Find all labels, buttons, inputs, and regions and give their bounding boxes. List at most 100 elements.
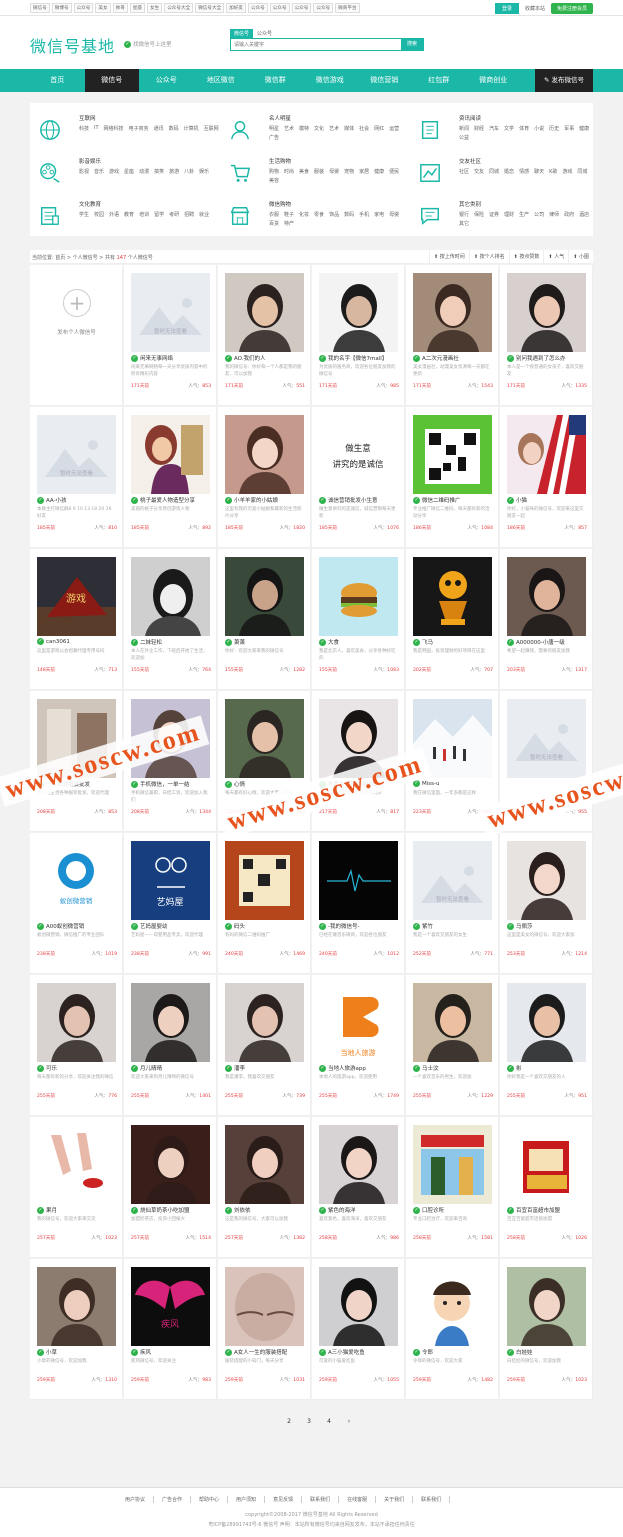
- category-sub-link[interactable]: 科技: [79, 125, 89, 132]
- account-card[interactable]: ✓ 潘李 我是潘李，我喜欢交朋友 255天前 人气：739: [218, 975, 311, 1116]
- account-card[interactable]: ✓ 大食 我是北京人，喜欢美食，分享各种好吃的 155天前 人气：1083: [312, 549, 405, 690]
- account-avatar[interactable]: [413, 1125, 492, 1204]
- category-sub-link[interactable]: 娱乐: [199, 168, 209, 175]
- account-card[interactable]: ✓ 萧萧 你好：欢迎大家来我的微信号 155天前 人气：1282: [218, 549, 311, 690]
- account-name[interactable]: ✓ 彬: [507, 1064, 589, 1072]
- category-sub-link[interactable]: 数码: [344, 211, 354, 218]
- sort-option[interactable]: ⬆ 按点赞数: [508, 250, 544, 264]
- account-name[interactable]: ✓ 小草: [37, 1348, 119, 1356]
- category-sub-link[interactable]: 情感: [519, 168, 529, 175]
- category-title[interactable]: 文化教育: [79, 200, 101, 208]
- account-card[interactable]: 蚁创微营销 ✓ A00蚁创微营销 蚁创微营销，微信推广的专业团队 238天前 人气：101…: [30, 833, 123, 974]
- account-name[interactable]: ✓ A二次元漫画社: [413, 354, 495, 362]
- category-sub-link[interactable]: 汽车: [489, 125, 499, 132]
- category-sub-link[interactable]: 艺术: [329, 125, 339, 132]
- category-sub-link[interactable]: 美食: [299, 168, 309, 175]
- category-sub-link[interactable]: 校园: [94, 211, 104, 218]
- account-avatar[interactable]: 蚁创微营销: [37, 841, 116, 920]
- account-avatar[interactable]: 暂时无法查看: [413, 841, 492, 920]
- category-sub-link[interactable]: 保险: [474, 211, 484, 218]
- nav-item[interactable]: 地区微信: [194, 69, 249, 92]
- account-card[interactable]: ✓ AO.我们的人 我的微信号：你好每一个人都是我的朋友，可以加我 171天前 人气：5…: [218, 265, 311, 406]
- category-sub-link[interactable]: 家电: [374, 211, 384, 218]
- account-avatar[interactable]: [507, 841, 586, 920]
- top-link[interactable]: 微信号大全: [195, 3, 225, 13]
- category-sub-link[interactable]: 社区: [459, 168, 469, 175]
- top-link[interactable]: 公众号: [247, 3, 268, 13]
- account-avatar[interactable]: [319, 1125, 398, 1204]
- account-name[interactable]: ✓ 令郎: [413, 1348, 495, 1356]
- account-avatar[interactable]: [319, 1267, 398, 1346]
- account-avatar[interactable]: [225, 415, 304, 494]
- category-sub-link[interactable]: 网络科技: [104, 125, 124, 132]
- category-sub-link[interactable]: 化妆: [299, 211, 309, 218]
- sort-option[interactable]: ⬆ 按个人排名: [468, 250, 509, 264]
- category-sub-link[interactable]: 同城: [577, 168, 587, 175]
- account-card[interactable]: 游戏 ✓ can3061 这里是游戏公会招募代理专用号码 148天前 人气：713: [30, 549, 123, 690]
- category-sub-link[interactable]: 律师: [549, 211, 559, 218]
- top-link[interactable]: 微信号: [30, 3, 50, 13]
- account-name[interactable]: ✓ 马士汶: [413, 1064, 495, 1072]
- category-title[interactable]: 交友社区: [459, 157, 481, 165]
- category-title[interactable]: 生活购物: [269, 157, 291, 165]
- account-card[interactable]: ✓ 小羊羊家的小姑娘 这里有我的可爱小姑娘和最新的生活照片分享 185天前 人气：182…: [218, 407, 311, 548]
- category-sub-link[interactable]: 新闻: [459, 125, 469, 132]
- nav-item[interactable]: 微信游戏: [303, 69, 358, 92]
- account-avatar[interactable]: [507, 1267, 586, 1346]
- account-name[interactable]: ✓ AA-小孩: [37, 496, 119, 504]
- category-sub-link[interactable]: 其它: [459, 220, 469, 227]
- category-title[interactable]: 影音娱乐: [79, 157, 101, 165]
- account-name[interactable]: ✓ 紫竹: [413, 922, 495, 930]
- account-name[interactable]: ✓ 我的名字【微信7mall】: [319, 354, 401, 362]
- account-name[interactable]: ✓ can3061: [37, 638, 119, 645]
- top-link[interactable]: 公众号: [291, 3, 312, 13]
- nav-item[interactable]: 公众号: [139, 69, 194, 92]
- sort-option[interactable]: ⬆ 按上传时间: [429, 250, 469, 264]
- category-sub-link[interactable]: 便民: [389, 168, 399, 175]
- account-avatar[interactable]: [319, 273, 398, 352]
- account-card[interactable]: ✓ 口腔诊所 专业口腔治疗，欢迎来咨询 258天前 人气：1581: [406, 1117, 499, 1258]
- site-logo[interactable]: 微信号基地: [30, 33, 115, 57]
- top-link[interactable]: 微博号: [51, 3, 72, 13]
- account-card[interactable]: ✓ -我的微信号- 已经在做音乐微商，欢迎各位朋友 240天前 人气：1012: [312, 833, 405, 974]
- category-sub-link[interactable]: 影视: [79, 168, 89, 175]
- account-card[interactable]: ✓ 桃子最爱人物造型分享 美丽的桃子分享原创游戏人物 185天前 人气：892: [124, 407, 217, 548]
- footer-link[interactable]: 联系我们: [302, 1496, 340, 1503]
- account-avatar[interactable]: [225, 841, 304, 920]
- category-sub-link[interactable]: 网红: [374, 125, 384, 132]
- category-sub-link[interactable]: 文学: [504, 125, 514, 132]
- add-account-card[interactable]: + 发布个人微信号: [30, 265, 123, 406]
- account-avatar[interactable]: [225, 557, 304, 636]
- nav-item[interactable]: 红包群: [412, 69, 467, 92]
- account-avatar[interactable]: 暂时无法查看: [507, 699, 586, 778]
- account-avatar[interactable]: [37, 983, 116, 1062]
- account-avatar[interactable]: [131, 983, 210, 1062]
- account-avatar[interactable]: 做生意 讲究的是诚信: [319, 415, 398, 494]
- account-card[interactable]: ✓ A三小猫爱吃鱼 可爱的小猫爱吃鱼 259天前 人气：1055: [312, 1259, 405, 1400]
- account-name[interactable]: ✓ 烧仙草奶茶小吃加盟: [131, 1206, 213, 1214]
- category-sub-link[interactable]: 时尚: [284, 168, 294, 175]
- category-sub-link[interactable]: 聊天: [534, 168, 544, 175]
- category-sub-link[interactable]: 鞋子: [284, 211, 294, 218]
- nav-item[interactable]: 首页: [30, 69, 85, 92]
- category-sub-link[interactable]: 手机: [359, 211, 369, 218]
- category-sub-link[interactable]: 购物: [269, 168, 279, 175]
- category-sub-link[interactable]: 星座: [124, 168, 134, 175]
- category-title[interactable]: 其它类别: [459, 200, 481, 208]
- category-sub-link[interactable]: 留学: [154, 211, 164, 218]
- account-avatar[interactable]: 当地人旅游: [319, 983, 398, 1062]
- category-title[interactable]: 资讯阅读: [459, 114, 481, 122]
- account-name[interactable]: ✓ A00蚁创微营销: [37, 922, 119, 930]
- account-card[interactable]: 暂时无法查看 ✓ 闲来无事网络 闲来无事网络每一天分享优质内容中的所有精彩内容 171天…: [124, 265, 217, 406]
- category-sub-link[interactable]: 互联网: [204, 125, 219, 132]
- account-name[interactable]: ✓ 艺妈屋婴幼: [131, 922, 213, 930]
- category-title[interactable]: 微信购物: [269, 200, 291, 208]
- category-sub-link[interactable]: 运营: [389, 125, 399, 132]
- account-name[interactable]: ✓ 手机微信，一单一结: [131, 780, 213, 788]
- account-name[interactable]: ✓ 小猫: [507, 496, 589, 504]
- account-name[interactable]: ✓ 刘依依: [225, 1206, 307, 1214]
- page-link[interactable]: 3: [302, 1416, 316, 1428]
- nav-item[interactable]: 微信号: [84, 69, 139, 92]
- category-sub-link[interactable]: 银行: [459, 211, 469, 218]
- category-sub-link[interactable]: 招聘: [184, 211, 194, 218]
